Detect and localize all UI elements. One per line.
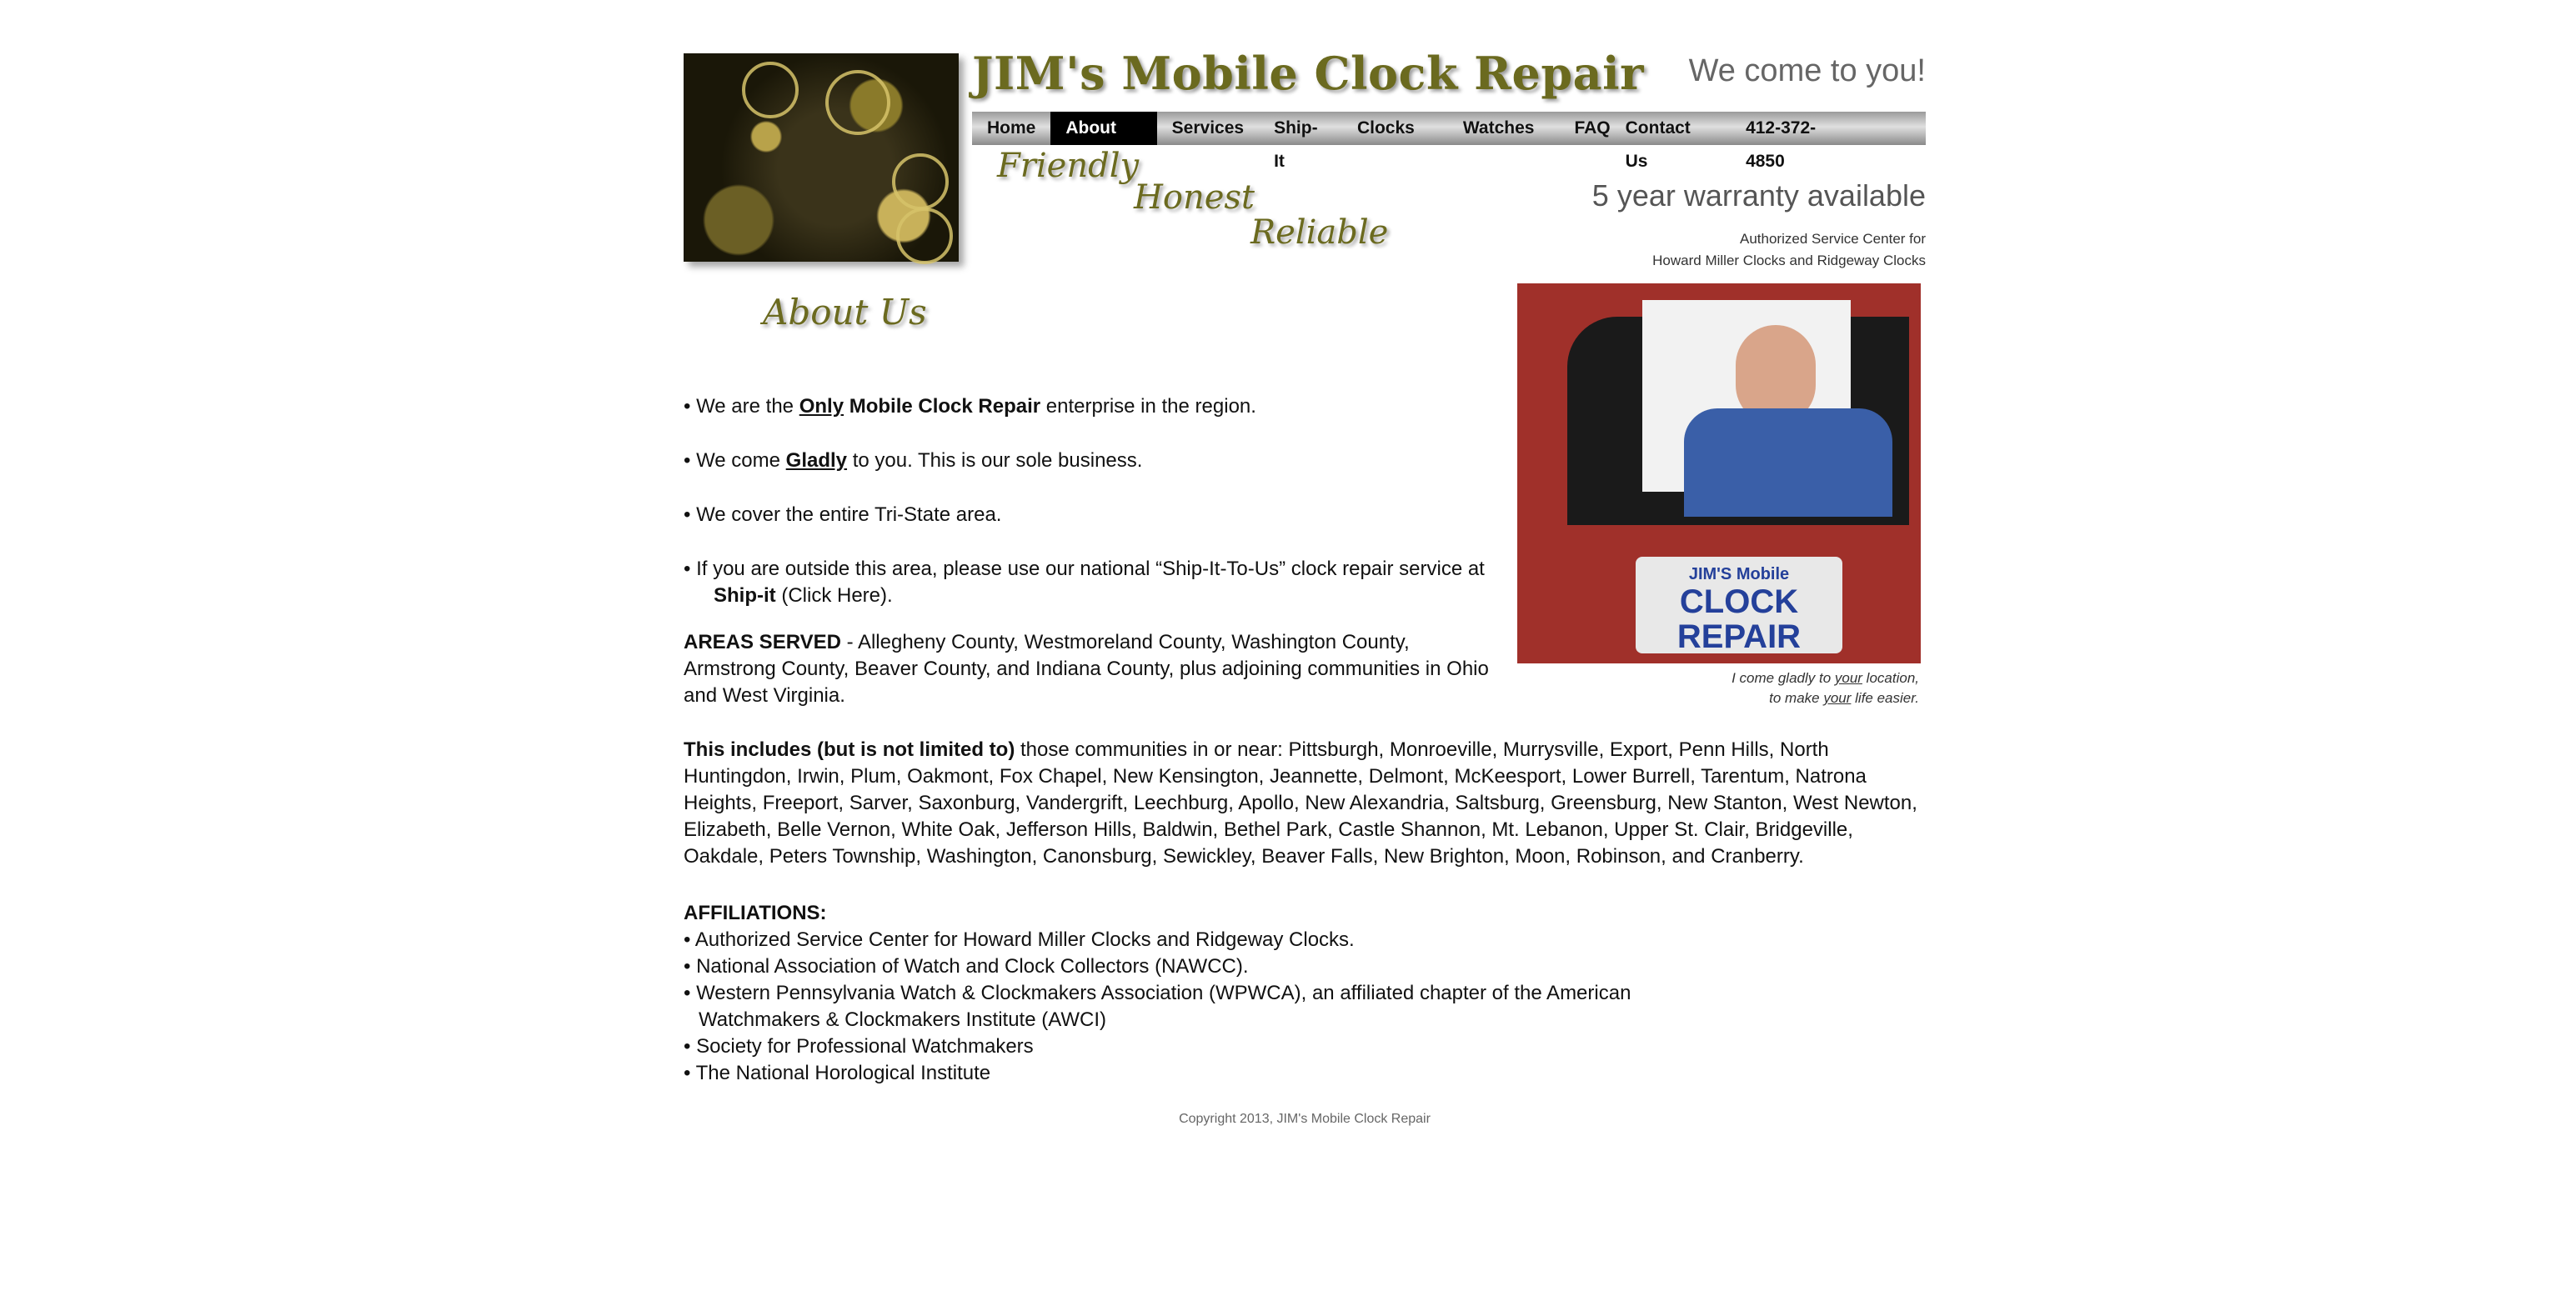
bullet-emphasis: Gladly [785, 449, 848, 472]
areas-served: AREAS SERVED - Allegheny County, Westmor… [684, 629, 1501, 709]
bullet-list: • We are the Only Mobile Clock Repair en… [684, 393, 1517, 737]
includes-label: This includes (but is not limited to) [684, 738, 1015, 761]
authorized-service-text: Authorized Service Center for Howard Mil… [1652, 228, 1926, 272]
bullet-gladly: • We come Gladly to you. This is our sol… [684, 448, 1517, 474]
gear-icon [892, 153, 949, 210]
bullet-text: enterprise in the region. [1040, 395, 1256, 418]
nav-watches[interactable]: Watches [1430, 112, 1550, 145]
authorized-line-2: Howard Miller Clocks and Ridgeway Clocks [1652, 253, 1926, 268]
communities-paragraph: This includes (but is not limited to) th… [684, 737, 1926, 870]
footer-copyright: Copyright 2013, JIM's Mobile Clock Repai… [1179, 1112, 1431, 1126]
affiliations-section: AFFILIATIONS: • Authorized Service Cente… [684, 900, 1926, 1087]
bullet-emphasis: Mobile Clock Repair [844, 395, 1041, 418]
clockwork-header-image [684, 53, 959, 264]
ship-it-link[interactable]: Ship-it [699, 584, 776, 607]
affiliation-item: • National Association of Watch and Cloc… [684, 955, 1249, 978]
nav-faq[interactable]: FAQ [1549, 112, 1625, 145]
bullet-tristate: • We cover the entire Tri-State area. [684, 503, 1002, 526]
gear-icon [742, 62, 799, 118]
bullet-only: • We are the Only Mobile Clock Repair en… [684, 393, 1517, 420]
truck-sign-line-1: JIM'S Mobile [1688, 565, 1790, 583]
caption-text: your [1834, 670, 1862, 686]
page-title: About Us [763, 292, 927, 333]
driver-body [1684, 408, 1892, 517]
areas-label: AREAS SERVED [684, 631, 841, 653]
affiliation-item-cont: Watchmakers & Clockmakers Institute (AWC… [699, 1008, 1106, 1031]
caption-text: your [1823, 690, 1852, 706]
slogan-friendly: Friendly [997, 147, 1140, 185]
affiliation-item: • Authorized Service Center for Howard M… [684, 928, 1355, 951]
caption-text: location, [1862, 670, 1919, 686]
bullet-ship-it: • If you are outside this area, please u… [684, 556, 1517, 609]
warranty-text: 5 year warranty available [1591, 178, 1926, 213]
nav-clocks[interactable]: Clocks [1342, 112, 1430, 145]
nav-ship-it[interactable]: Ship-It [1259, 112, 1342, 171]
affiliation-item: • The National Horological Institute [684, 1062, 991, 1084]
affiliation-item: • Society for Professional Watchmakers [684, 1035, 1034, 1058]
affiliations-label: AFFILIATIONS: [684, 902, 827, 924]
truck-photo: JIM'S Mobile CLOCK REPAIR [1517, 283, 1921, 663]
caption-text: life easier. [1851, 690, 1919, 706]
nav-home[interactable]: Home [972, 112, 1050, 145]
bullet-text: • If you are outside this area, please u… [684, 558, 1485, 580]
nav-contact-us[interactable]: Contact Us [1626, 112, 1731, 171]
affiliation-item: • Western Pennsylvania Watch & Clockmake… [684, 982, 1631, 1004]
tagline: We come to you! [1688, 53, 1926, 88]
main-nav: Home About Us Services Ship-It Clocks Wa… [972, 112, 1926, 171]
nav-about-us[interactable]: About Us [1050, 112, 1157, 171]
slogan-reliable: Reliable [1250, 213, 1389, 252]
bullet-text: • We are the [684, 395, 799, 418]
bullet-emphasis: Only [799, 395, 844, 418]
authorized-line-1: Authorized Service Center for [1740, 231, 1926, 247]
truck-sign-line-3: REPAIR [1676, 618, 1802, 655]
bullet-text: to you. This is our sole business. [847, 449, 1143, 472]
truck-sign-line-2: CLOCK [1679, 583, 1799, 620]
click-here-link[interactable]: (Click Here). [776, 584, 892, 607]
site-brand: JIM's Mobile Clock Repair [972, 47, 1645, 100]
truck-door-sign: JIM'S Mobile CLOCK REPAIR [1636, 557, 1842, 655]
bullet-text: • We come [684, 449, 786, 472]
gear-icon [896, 208, 953, 264]
gear-icon [825, 70, 890, 135]
caption-text: to make [1769, 690, 1824, 706]
photo-caption: I come gladly to your location, to make … [1732, 668, 1919, 708]
slogan-honest: Honest [1134, 178, 1255, 217]
caption-text: I come gladly to [1732, 670, 1835, 686]
nav-phone[interactable]: 412-372-4850 [1731, 112, 1867, 171]
nav-services[interactable]: Services [1157, 112, 1259, 145]
